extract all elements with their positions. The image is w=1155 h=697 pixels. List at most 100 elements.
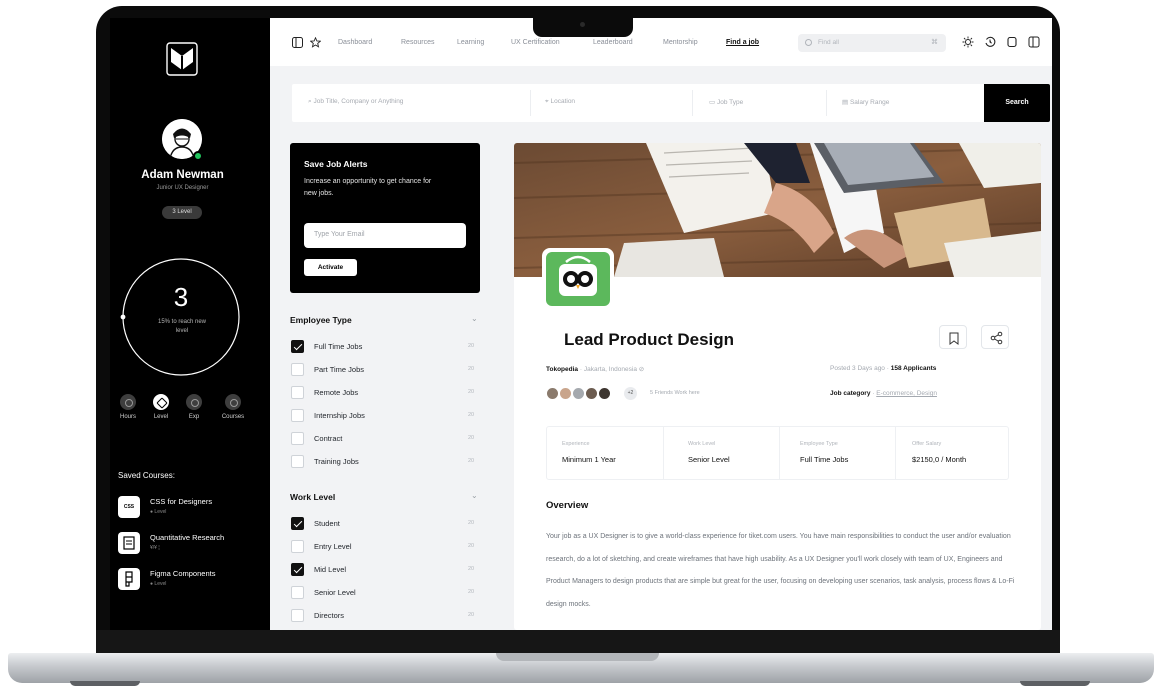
top-navigation: Dashboard Resources Learning UX Certific… [270,18,1052,66]
global-search-input[interactable]: Find all ⌘ [798,34,946,52]
job-info-summary: Experience Minimum 1 Year Work Level Sen… [546,426,1009,480]
chevron-down-icon[interactable]: ⌄ [471,491,478,500]
divider [895,427,896,479]
company-name[interactable]: Tokopedia [546,366,578,373]
filter-label: Mid Level [314,565,347,574]
filter-count: 20 [468,566,475,572]
checkbox[interactable] [291,455,304,468]
checkbox[interactable] [291,409,304,422]
sidebar-toggle-icon[interactable] [292,37,303,48]
stat-level[interactable]: Level [143,394,179,420]
filter-label: Internship Jobs [314,411,365,420]
briefcase-icon [186,394,202,410]
work-level-heading[interactable]: Work Level [290,492,335,502]
checkbox[interactable] [291,540,304,553]
sidebar: Adam Newman Junior UX Designer 3 Level 3… [110,18,270,630]
filter-count: 20 [468,389,475,395]
salary-icon: ▤ [842,99,850,106]
filter-option[interactable]: Contract 20 [291,432,481,446]
filter-option[interactable]: Part Time Jobs 20 [291,363,481,377]
history-icon[interactable] [984,36,996,48]
friend-avatar [585,387,598,400]
camera-dot [580,22,585,27]
job-detail-panel: Lead Product Design Tokopedia · Jakarta,… [514,143,1041,630]
nav-mentorship[interactable]: Mentorship [663,39,698,46]
filter-option[interactable]: Entry Level 20 [291,540,481,554]
divider [663,427,664,479]
shortcut-icon: ⌘ [931,39,938,46]
sun-icon[interactable] [962,36,974,48]
location-field[interactable]: ⌖ Location [545,98,575,106]
checkbox[interactable] [291,563,304,576]
filter-option[interactable]: Directors 20 [291,609,481,623]
activate-button[interactable]: Activate [304,259,357,276]
stat-exp[interactable]: Exp [176,394,212,420]
chevron-down-icon[interactable]: ⌄ [471,314,478,323]
stat-label: Courses [221,414,245,420]
alert-email-input[interactable]: Type Your Email [304,223,466,248]
panel-toggle-icon[interactable] [1028,36,1040,48]
nav-leaderboard[interactable]: Leaderboard [593,39,633,46]
share-button[interactable] [981,325,1009,349]
category-link[interactable]: E-commerce, Design [876,390,937,397]
brand-logo-icon[interactable] [166,42,198,76]
stat-hours[interactable]: Hours [110,394,146,420]
filter-option[interactable]: Training Jobs 20 [291,455,481,469]
filter-label: Contract [314,434,343,443]
job-type-field[interactable]: ▭ Job Type [709,98,743,106]
salary-info: Offer Salary $2150,0 / Month [897,427,1009,479]
saved-course-item[interactable]: Figma Components ● Level [118,568,268,594]
saved-course-item[interactable]: Quantitative Research ¥/¥ ¦ [118,532,268,558]
saved-courses-title: Saved Courses: [118,471,175,480]
checkbox[interactable] [291,609,304,622]
company-logo[interactable] [542,248,614,310]
nav-ux-certification[interactable]: UX Certification [511,39,560,46]
checkbox[interactable] [291,586,304,599]
filter-option[interactable]: Internship Jobs 20 [291,409,481,423]
nav-dashboard[interactable]: Dashboard [338,39,372,46]
stat-courses[interactable]: Courses [215,394,251,420]
friend-avatar [546,387,559,400]
nav-learning[interactable]: Learning [457,39,484,46]
global-search-placeholder: Find all [818,39,839,46]
divider [779,427,780,479]
notification-bell-icon[interactable] [1006,36,1018,48]
nav-find-a-job[interactable]: Find a job [726,39,759,46]
keyword-placeholder: Job Title, Company or Anything [313,98,404,105]
employee-type-info: Employee Type Full Time Jobs [785,427,895,479]
search-icon [805,39,812,46]
checkbox[interactable] [291,340,304,353]
filter-option[interactable]: Full Time Jobs 20 [291,340,481,354]
current-level-number: 3 [173,282,189,312]
search-button[interactable]: Search [984,84,1050,122]
checkbox[interactable] [291,432,304,445]
checkbox[interactable] [291,517,304,530]
category-label: Job category [830,390,871,397]
checkbox[interactable] [291,386,304,399]
posting-meta: Posted 3 Days ago · 158 Applicants [830,365,936,372]
employee-type-heading[interactable]: Employee Type [290,315,352,325]
alert-description: Increase an opportunity to get chance fo… [304,178,432,197]
star-icon[interactable] [310,37,321,48]
alert-title: Save Job Alerts [304,159,368,169]
book-icon [225,394,241,410]
keyword-field[interactable]: ⌕ Job Title, Company or Anything [308,98,403,106]
saved-course-item[interactable]: CSS CSS for Designers ● Level [118,496,268,522]
document-icon [118,532,140,554]
filter-label: Training Jobs [314,457,359,466]
level-badge: 3 Level [162,206,202,219]
filter-option[interactable]: Student 20 [291,517,481,531]
level-icon [153,394,169,410]
nav-resources[interactable]: Resources [401,39,434,46]
salary-range-field[interactable]: ▤ Salary Range [842,98,889,106]
info-key: Offer Salary [912,441,942,447]
bookmark-button[interactable] [939,325,967,349]
more-friends-badge: +2 [624,387,637,400]
filter-option[interactable]: Remote Jobs 20 [291,386,481,400]
level-progress-ring [120,258,240,376]
friend-avatar [572,387,585,400]
location-placeholder: Location [550,98,576,105]
filter-option[interactable]: Senior Level 20 [291,586,481,600]
filter-option[interactable]: Mid Level 20 [291,563,481,577]
checkbox[interactable] [291,363,304,376]
